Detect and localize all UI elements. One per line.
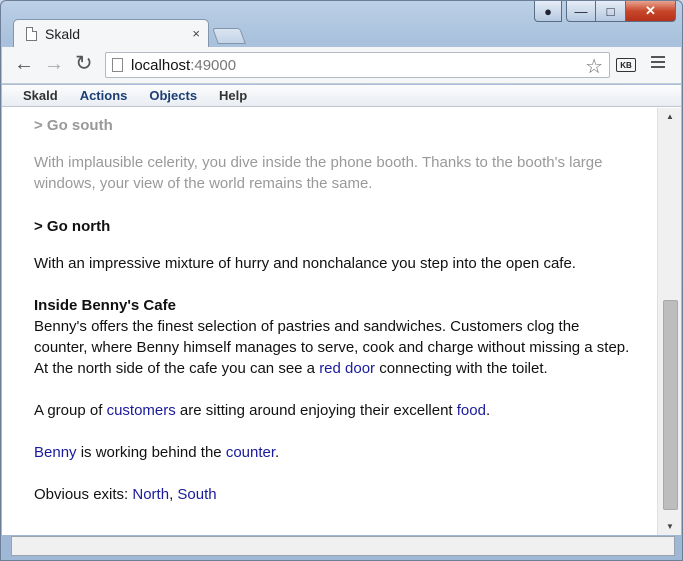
story-paragraph: With implausible celerity, you dive insi…	[34, 154, 603, 192]
room-description: Benny's offers the finest selection of p…	[34, 316, 634, 379]
story-text: is working behind the	[76, 444, 226, 461]
story-paragraph: Benny is working behind the counter.	[34, 442, 634, 463]
story-text: .	[275, 444, 280, 461]
page-icon	[112, 58, 123, 72]
url-port: :49000	[190, 56, 237, 74]
window-caption-buttons: ● — □ ✕	[534, 1, 676, 22]
story-text: A group of	[34, 402, 107, 419]
browser-tab[interactable]: Skald ×	[13, 19, 209, 47]
scroll-down-arrow-icon[interactable]: ▼	[666, 522, 674, 531]
back-arrow-icon[interactable]: ←	[14, 54, 34, 74]
exit-link-north[interactable]: North	[132, 486, 169, 503]
browser-toolbar: ← → ↻ localhost:49000 ☆ KB	[2, 47, 681, 84]
tab-title: Skald	[45, 25, 81, 42]
object-link-food[interactable]: food	[457, 402, 486, 419]
story-paragraph: A group of customers are sitting around …	[34, 400, 634, 421]
room-desc-text: connecting with the toilet.	[375, 360, 548, 377]
room-title: Inside Benny's Cafe	[34, 297, 176, 314]
maximize-button[interactable]: □	[596, 1, 626, 22]
url-host: localhost	[131, 56, 191, 74]
exits-line: Obvious exits: North, South	[34, 484, 634, 505]
user-profile-icon[interactable]: ●	[534, 1, 562, 22]
new-tab-button[interactable]	[212, 28, 246, 44]
page-content: Skald Actions Objects Help > Go south Wi…	[2, 85, 681, 535]
app-menubar: Skald Actions Objects Help	[2, 85, 681, 107]
page-icon	[26, 26, 37, 41]
tab-close-icon[interactable]: ×	[192, 26, 200, 41]
command-input-bar[interactable]	[11, 536, 675, 556]
menu-item-actions[interactable]: Actions	[80, 88, 128, 103]
object-link-customers[interactable]: customers	[107, 402, 176, 419]
story-transcript: > Go south With implausible celerity, yo…	[34, 115, 634, 526]
forward-arrow-icon[interactable]: →	[44, 54, 64, 74]
menu-item-help[interactable]: Help	[219, 88, 247, 103]
menu-item-objects[interactable]: Objects	[149, 88, 197, 103]
browser-window: ● — □ ✕ Skald × ← → ↻ localhost:49000 ☆ …	[0, 0, 683, 561]
bookmark-star-icon[interactable]: ☆	[585, 54, 603, 79]
reload-icon[interactable]: ↻	[75, 53, 93, 74]
kb-extension-icon[interactable]: KB	[616, 58, 636, 72]
command-echo: > Go north	[34, 218, 111, 235]
object-link-red-door[interactable]: red door	[319, 360, 375, 377]
browser-menu-icon[interactable]	[651, 56, 665, 71]
address-bar[interactable]: localhost:49000 ☆	[105, 52, 610, 78]
story-text: are sitting around enjoying their excell…	[175, 402, 457, 419]
menu-item-skald[interactable]: Skald	[23, 88, 58, 103]
story-paragraph: With an impressive mixture of hurry and …	[34, 255, 576, 272]
vertical-scrollbar[interactable]: ▲ ▼	[657, 108, 681, 535]
exit-link-south[interactable]: South	[177, 486, 216, 503]
close-window-button[interactable]: ✕	[626, 1, 676, 22]
command-echo: > Go south	[34, 117, 113, 134]
minimize-button[interactable]: —	[566, 1, 596, 22]
scrollbar-thumb[interactable]	[663, 300, 678, 510]
exits-label: Obvious exits:	[34, 486, 133, 503]
object-link-benny[interactable]: Benny	[34, 444, 77, 461]
object-link-counter[interactable]: counter	[226, 444, 275, 461]
scroll-up-arrow-icon[interactable]: ▲	[666, 112, 674, 121]
story-text: .	[485, 402, 491, 419]
